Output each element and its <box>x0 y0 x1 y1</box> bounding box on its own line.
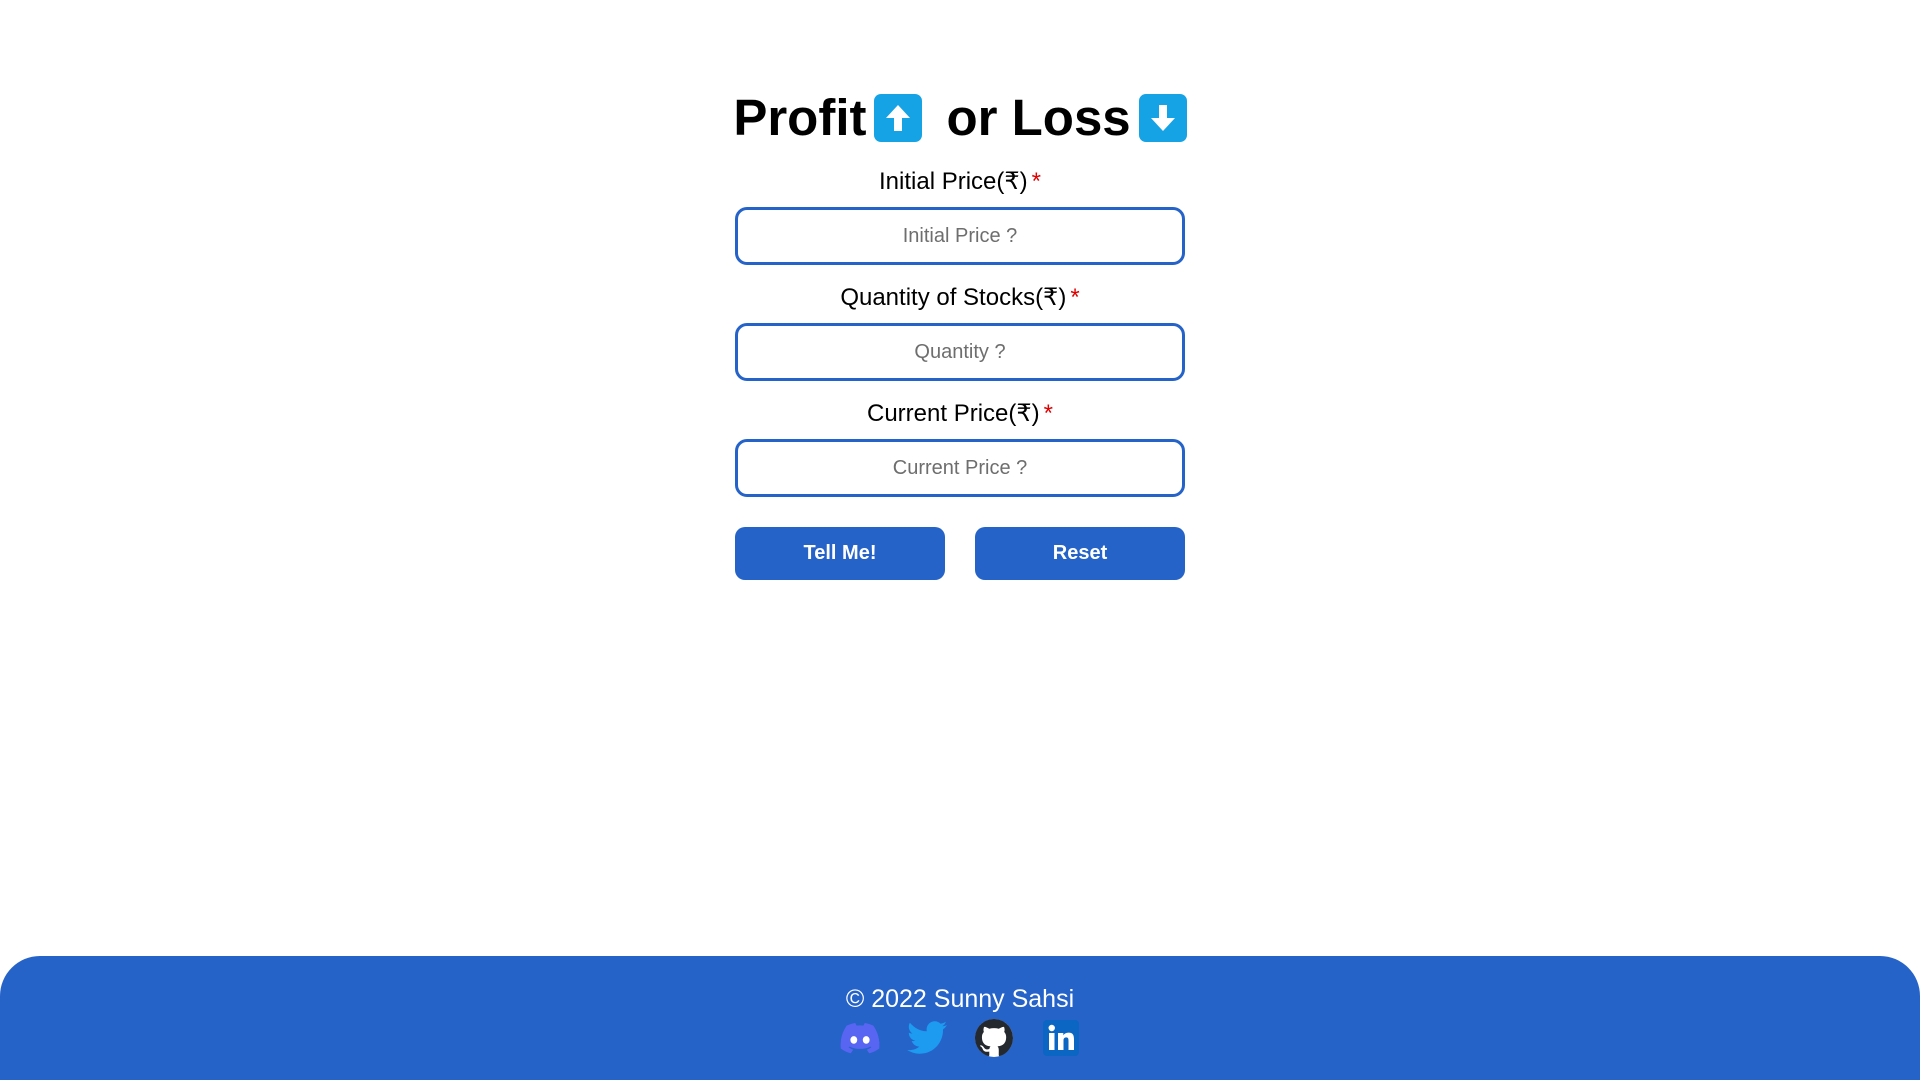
linkedin-icon[interactable] <box>1041 1018 1081 1058</box>
required-mark: * <box>1043 400 1053 427</box>
initial-price-input[interactable] <box>735 207 1185 265</box>
profit-loss-form: Initial Price(₹)* Quantity of Stocks(₹)*… <box>735 160 1185 580</box>
quantity-input[interactable] <box>735 323 1185 381</box>
current-price-input[interactable] <box>735 439 1185 497</box>
page-title: Profit or Loss <box>733 88 1187 148</box>
initial-price-label-text: Initial Price(₹) <box>879 168 1028 195</box>
form-buttons: Tell Me! Reset <box>735 527 1185 580</box>
tell-me-button[interactable]: Tell Me! <box>735 527 945 580</box>
up-arrow-icon <box>874 94 923 142</box>
down-arrow-icon <box>1138 94 1187 142</box>
reset-button[interactable]: Reset <box>975 527 1185 580</box>
twitter-icon[interactable] <box>906 1018 947 1058</box>
initial-price-label: Initial Price(₹) * <box>879 160 1041 204</box>
quantity-label-text: Quantity of Stocks(₹) <box>840 284 1067 311</box>
title-or-loss-text: or Loss <box>946 89 1131 146</box>
footer: © 2022 Sunny Sahsi <box>0 956 1920 1080</box>
main-content: Profit or Loss Initial Price(₹)* Quantit… <box>0 0 1920 580</box>
required-mark: * <box>1031 168 1041 195</box>
social-links <box>840 1018 1081 1058</box>
current-price-label-text: Current Price(₹) <box>867 400 1040 427</box>
github-icon[interactable] <box>974 1018 1014 1058</box>
page: Profit or Loss Initial Price(₹)* Quantit… <box>0 0 1920 1080</box>
copyright-text: © 2022 Sunny Sahsi <box>845 985 1075 1013</box>
title-profit-text: Profit <box>733 89 867 146</box>
required-mark: * <box>1070 284 1080 311</box>
quantity-label: Quantity of Stocks(₹) * <box>840 276 1079 320</box>
discord-icon[interactable] <box>840 1018 880 1058</box>
current-price-label: Current Price(₹) * <box>867 392 1053 436</box>
